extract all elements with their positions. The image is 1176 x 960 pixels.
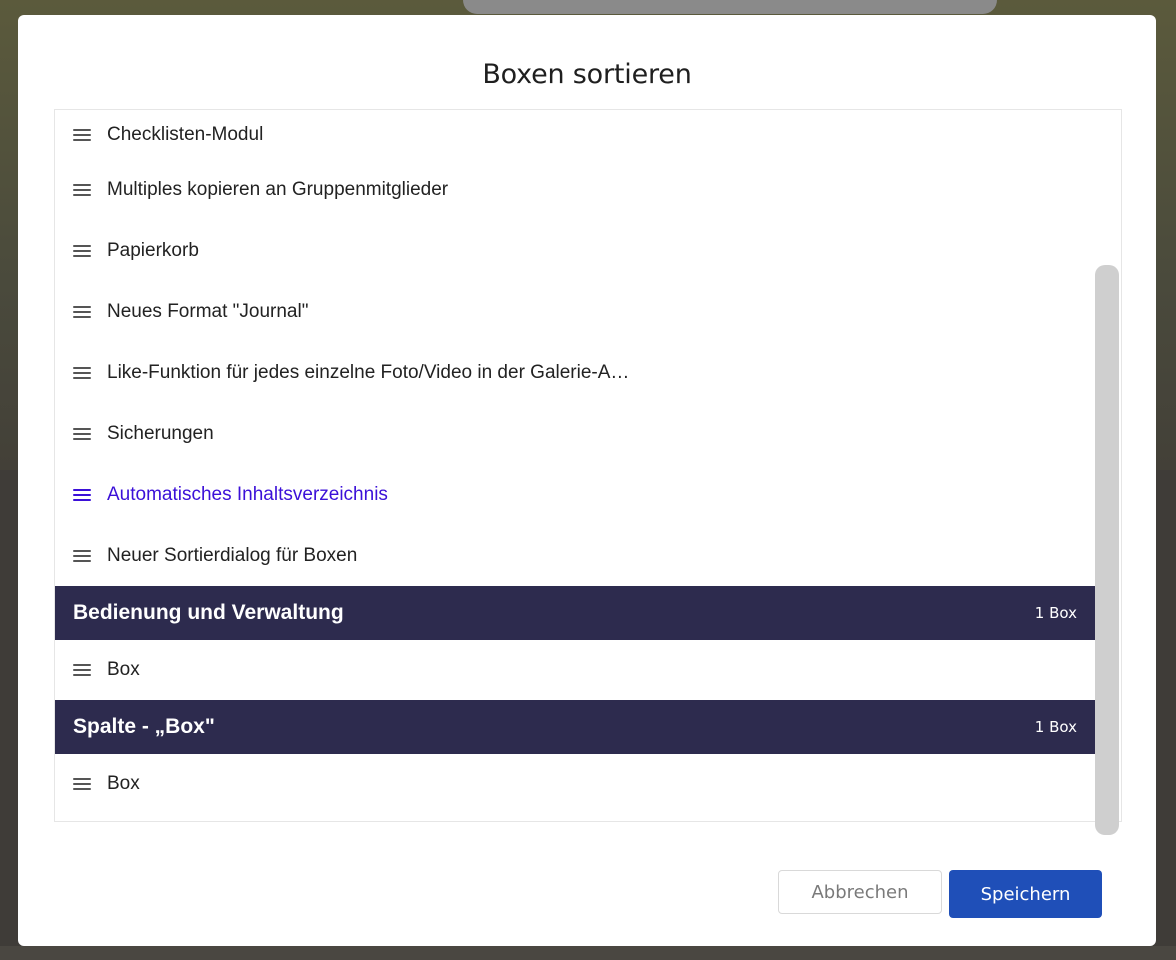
list-scrollbar[interactable] — [1095, 265, 1119, 835]
list-item[interactable]: Box — [55, 754, 1095, 814]
group-title: Bedienung und Verwaltung — [73, 601, 344, 624]
list-item-label: Box — [107, 659, 140, 680]
drag-handle-icon[interactable] — [73, 427, 91, 440]
group-title: Spalte - „Box" — [73, 715, 215, 738]
page-backdrop-bottom — [0, 946, 1176, 960]
list-item[interactable]: Neues Format "Journal" — [55, 281, 1095, 342]
list-item-label: Box — [107, 773, 140, 794]
drag-handle-icon[interactable] — [73, 244, 91, 257]
list-item[interactable]: Like-Funktion für jedes einzelne Foto/Vi… — [55, 342, 1095, 403]
list-item[interactable]: Neuer Sortierdialog für Boxen — [55, 525, 1095, 586]
list-item-label: Neuer Sortierdialog für Boxen — [107, 544, 358, 566]
sortable-list-content: Checklisten-Modul Multiples kopieren an … — [55, 110, 1095, 814]
backdrop-tab — [463, 0, 997, 14]
dialog-title: Boxen sortieren — [482, 59, 692, 90]
list-item[interactable]: Sicherungen — [55, 403, 1095, 464]
group-count-badge: 1 Box — [1034, 718, 1077, 736]
list-item[interactable]: Checklisten-Modul — [55, 110, 1095, 159]
group-count-badge: 1 Box — [1034, 604, 1077, 622]
sortable-list[interactable]: Checklisten-Modul Multiples kopieren an … — [54, 109, 1122, 822]
list-item-label: Papierkorb — [107, 239, 199, 261]
list-item[interactable]: Multiples kopieren an Gruppenmitglieder — [55, 159, 1095, 220]
list-item[interactable]: Papierkorb — [55, 220, 1095, 281]
drag-handle-icon[interactable] — [73, 488, 91, 501]
save-button[interactable]: Speichern — [949, 870, 1102, 918]
list-item-label: Sicherungen — [107, 422, 214, 444]
drag-handle-icon[interactable] — [73, 183, 91, 196]
drag-handle-icon[interactable] — [73, 664, 91, 676]
sort-boxes-dialog: Boxen sortieren Checklisten-Modul Multip… — [18, 15, 1156, 946]
list-item[interactable]: Box — [55, 640, 1095, 700]
drag-handle-icon[interactable] — [73, 778, 91, 790]
list-item-label: Multiples kopieren an Gruppenmitglieder — [107, 178, 449, 200]
drag-handle-icon[interactable] — [73, 366, 91, 379]
list-item-label: Automatisches Inhaltsverzeichnis — [107, 483, 388, 505]
group-header-bedienung: Bedienung und Verwaltung 1 Box — [55, 586, 1095, 640]
list-item-label: Neues Format "Journal" — [107, 300, 309, 322]
drag-handle-icon[interactable] — [73, 128, 91, 141]
list-item-active[interactable]: Automatisches Inhaltsverzeichnis — [55, 464, 1095, 525]
drag-handle-icon[interactable] — [73, 549, 91, 562]
list-item-label: Like-Funktion für jedes einzelne Foto/Vi… — [107, 361, 630, 383]
list-item-label: Checklisten-Modul — [107, 123, 264, 145]
group-header-spalte: Spalte - „Box" 1 Box — [55, 700, 1095, 754]
cancel-button[interactable]: Abbrechen — [778, 870, 942, 914]
drag-handle-icon[interactable] — [73, 305, 91, 318]
